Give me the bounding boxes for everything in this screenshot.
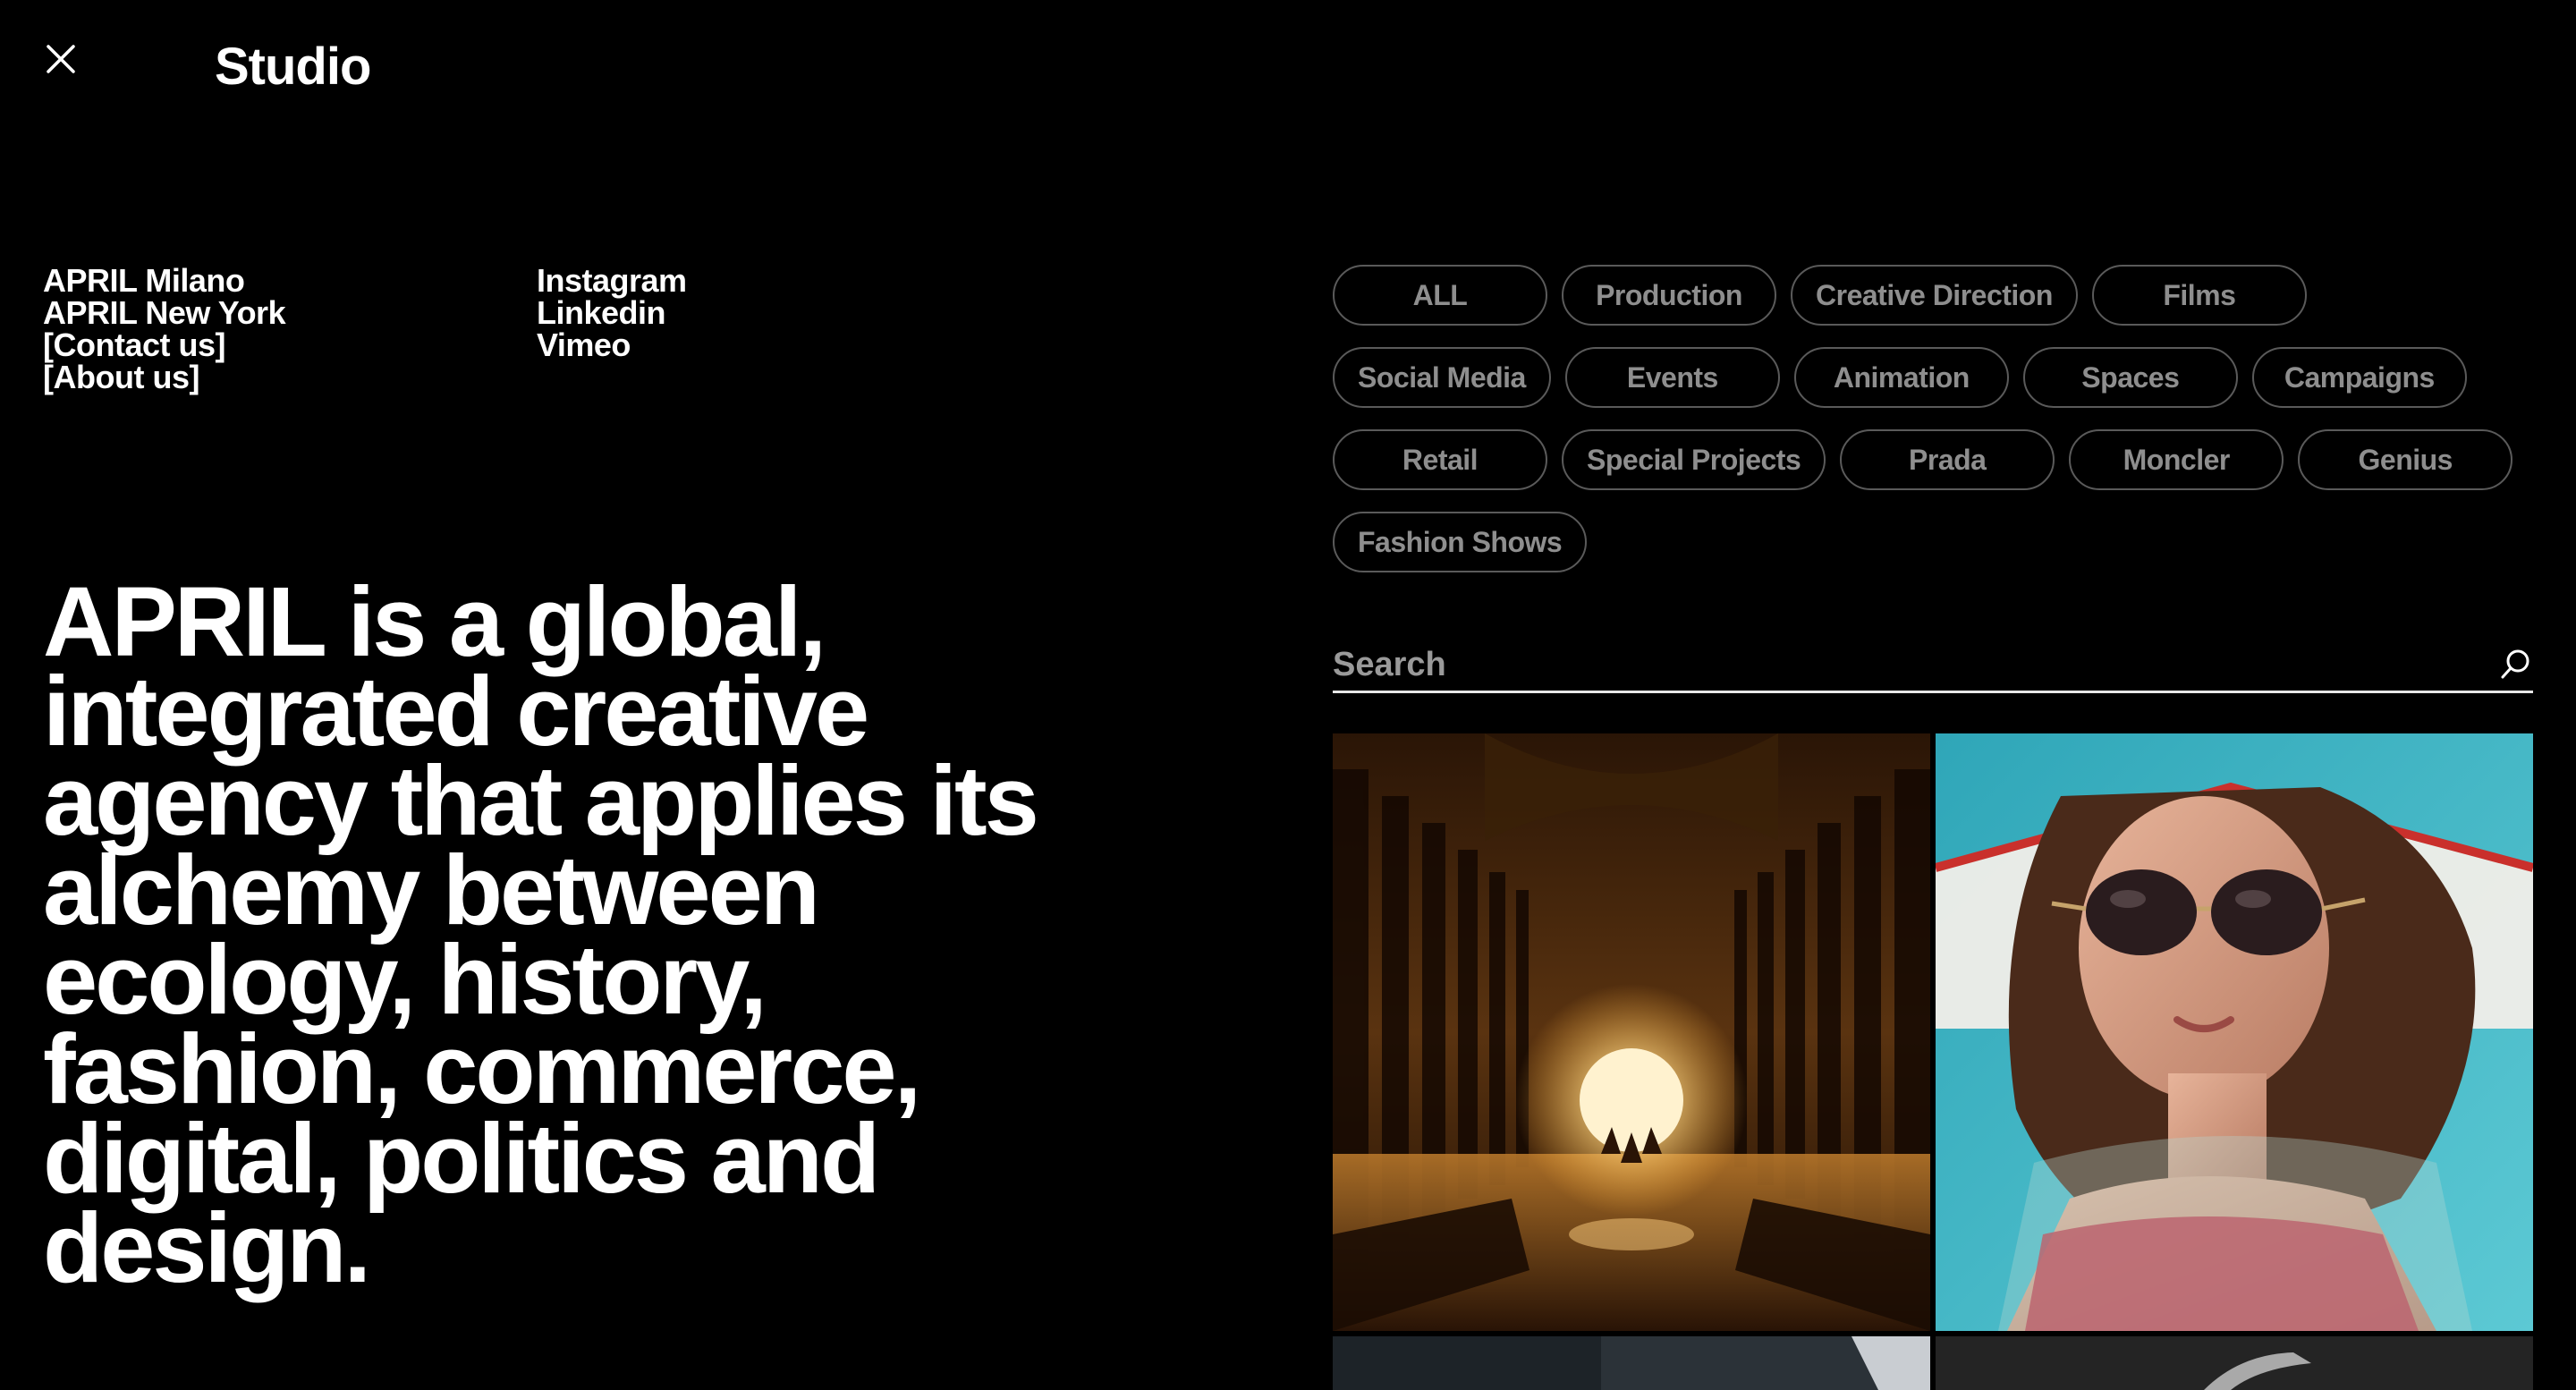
filter-chips: ALL Production Creative Direction Films …: [1333, 265, 2540, 594]
link-instagram[interactable]: Instagram: [537, 265, 687, 297]
filter-row: Fashion Shows: [1333, 512, 2540, 572]
filter-chip-prada[interactable]: Prada: [1840, 429, 2055, 490]
filter-row: Retail Special Projects Prada Moncler Ge…: [1333, 429, 2540, 490]
link-about-us[interactable]: [About us]: [43, 361, 285, 394]
filter-chip-moncler[interactable]: Moncler: [2069, 429, 2284, 490]
agency-headline: APRIL is a global, integrated creative a…: [43, 567, 1039, 1303]
project-thumbnail-hall[interactable]: [1333, 733, 1930, 1331]
filter-chip-films[interactable]: Films: [2091, 265, 2307, 326]
filter-chip-events[interactable]: Events: [1564, 347, 1780, 408]
project-thumbnail-pool[interactable]: [1936, 733, 2533, 1331]
link-april-milano[interactable]: APRIL Milano: [43, 265, 285, 297]
filter-row: ALL Production Creative Direction Films: [1333, 265, 2540, 326]
search-icon[interactable]: [2499, 648, 2533, 682]
brand-title: Studio: [215, 38, 371, 96]
filter-chip-animation[interactable]: Animation: [1793, 347, 2009, 408]
close-button[interactable]: [43, 41, 79, 77]
project-thumbnail-partial-right[interactable]: [1936, 1336, 2533, 1390]
filter-chip-creative-direction[interactable]: Creative Direction: [1791, 265, 2078, 326]
filter-chip-fashion-shows[interactable]: Fashion Shows: [1333, 512, 1588, 572]
project-image: [1936, 1336, 2533, 1390]
search-bar: [1333, 639, 2533, 693]
filter-chip-retail[interactable]: Retail: [1333, 429, 1547, 490]
search-input[interactable]: [1333, 639, 2499, 691]
filter-chip-genius[interactable]: Genius: [2298, 429, 2513, 490]
link-contact-us[interactable]: [Contact us]: [43, 329, 285, 361]
close-icon: [47, 45, 75, 73]
filter-chip-campaigns[interactable]: Campaigns: [2251, 347, 2467, 408]
link-linkedin[interactable]: Linkedin: [537, 297, 687, 329]
project-image: [1333, 1336, 1930, 1390]
filter-chip-special-projects[interactable]: Special Projects: [1562, 429, 1826, 490]
filter-chip-production[interactable]: Production: [1562, 265, 1776, 326]
filter-chip-spaces[interactable]: Spaces: [2022, 347, 2238, 408]
project-grid: [1333, 733, 2533, 1390]
project-thumbnail-partial-left[interactable]: [1333, 1336, 1930, 1390]
studio-links: APRIL Milano APRIL New York [Contact us]…: [43, 265, 286, 394]
social-links: Instagram Linkedin Vimeo: [537, 265, 687, 361]
filter-row: Social Media Events Animation Spaces Cam…: [1333, 347, 2540, 408]
link-april-new-york[interactable]: APRIL New York: [43, 297, 286, 329]
link-vimeo[interactable]: Vimeo: [537, 329, 687, 361]
filter-chip-all[interactable]: ALL: [1333, 265, 1547, 326]
filter-chip-social-media[interactable]: Social Media: [1333, 347, 1551, 408]
pool-portrait-image: [1936, 733, 2533, 1331]
hall-image: [1333, 733, 1930, 1331]
